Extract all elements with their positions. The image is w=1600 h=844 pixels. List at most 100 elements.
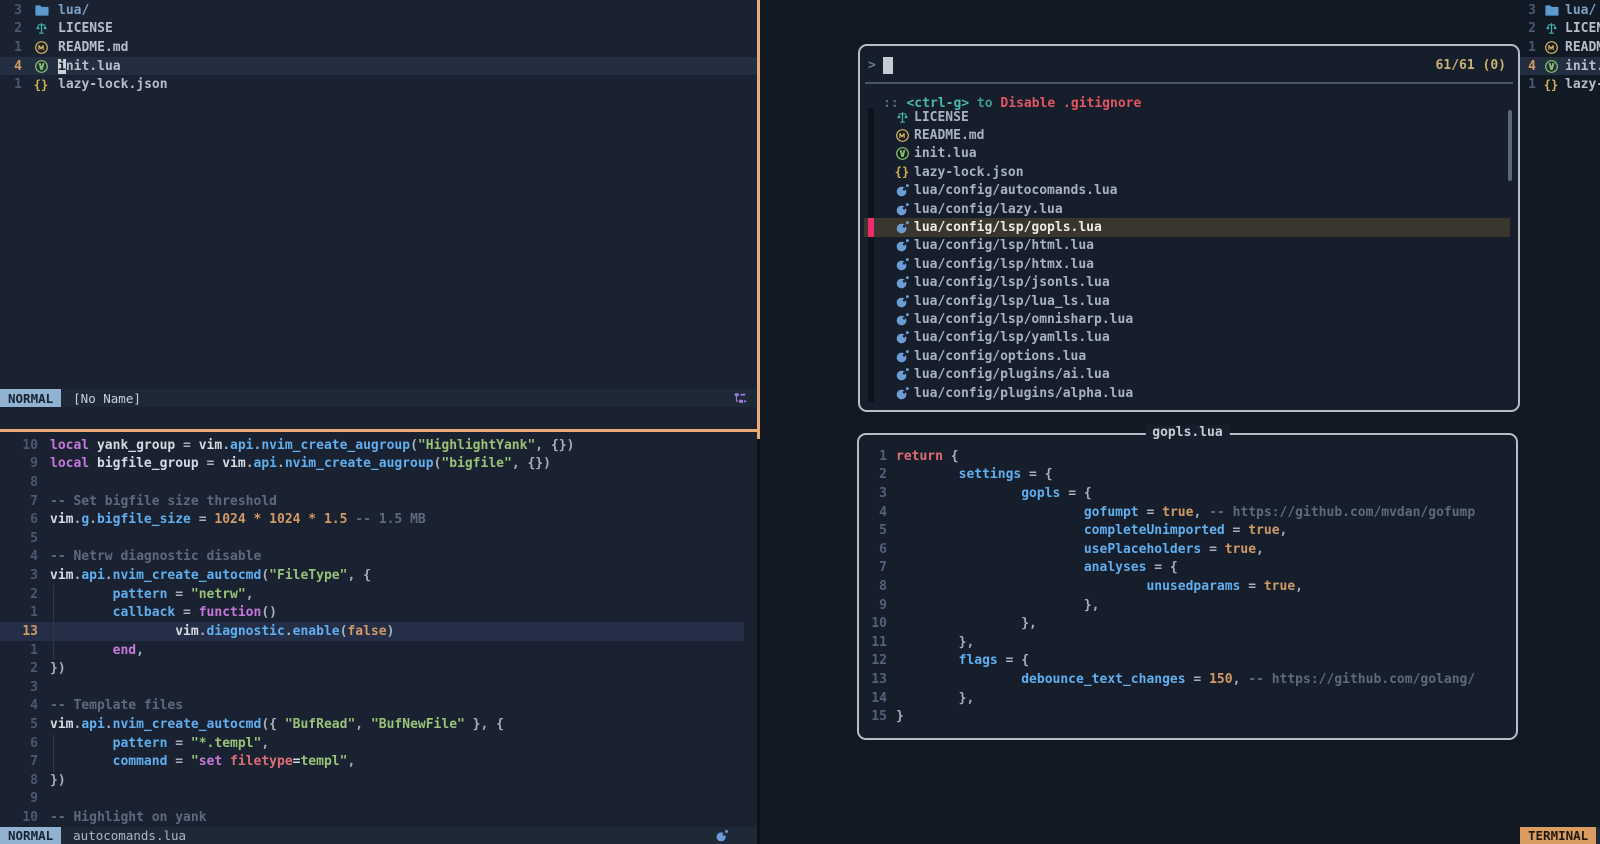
file-row[interactable]: 3lua/	[0, 1, 757, 20]
text-segment: },	[896, 691, 974, 706]
window-separator-vertical[interactable]	[757, 0, 760, 844]
file-explorer-right: 3lua/2LICENSE1README.md4init.lua1{}lazy-…	[1520, 1, 1600, 94]
lua-icon	[894, 202, 910, 217]
code-line[interactable]: 2 pattern = "netrw",	[0, 585, 757, 604]
picker-prompt[interactable]: > 61/61 (0)	[868, 55, 1506, 75]
window-separator-horizontal[interactable]	[0, 429, 757, 432]
file-row[interactable]: 4init.lua	[1520, 57, 1600, 76]
text-segment: vim	[199, 438, 222, 453]
picker-item[interactable]: LICENSE	[864, 108, 1510, 126]
code-line[interactable]: 4-- Template files	[0, 697, 757, 716]
folder-icon	[33, 3, 49, 18]
code-line[interactable]: 8})	[0, 771, 757, 790]
text-segment: unusedparams	[896, 579, 1240, 594]
indent-guide	[53, 734, 54, 772]
text-segment: ,	[1256, 542, 1264, 557]
file-row[interactable]: 1{}lazy-lock.json	[0, 75, 757, 94]
text-segment: -- Set bigfile size threshold	[50, 494, 277, 509]
text-segment: "BufNewFile"	[371, 717, 465, 732]
picker-item-label: lua/config/plugins/alpha.lua	[914, 386, 1133, 401]
picker-item[interactable]: lua/config/lsp/htmx.lua	[864, 255, 1510, 273]
code-line[interactable]: 2})	[0, 659, 757, 678]
statusline-filename: [No Name]	[73, 391, 141, 406]
picker-item[interactable]: lua/config/lsp/lua_ls.lua	[864, 292, 1510, 310]
picker-item[interactable]: lua/config/plugins/ai.lua	[864, 365, 1510, 383]
text-segment: api	[230, 438, 253, 453]
picker-item[interactable]: README.md	[864, 126, 1510, 144]
code-line[interactable]: 3	[0, 678, 757, 697]
picker-item[interactable]: lua/config/lsp/omnisharp.lua	[864, 310, 1510, 328]
lua-icon	[894, 257, 910, 272]
text-segment: ,	[347, 754, 355, 769]
picker-item[interactable]: {}lazy-lock.json	[864, 163, 1510, 181]
code-line[interactable]: 6vim.g.bigfile_size = 1024 * 1024 * 1.5 …	[0, 510, 757, 529]
line-number: 3	[0, 680, 50, 695]
preview-title: gopls.lua	[1145, 425, 1229, 440]
file-row[interactable]: 1README.md	[0, 38, 757, 57]
vim-icon	[894, 146, 910, 161]
file-row[interactable]: 2LICENSE	[1520, 20, 1600, 39]
gutter-cell	[868, 329, 874, 347]
vim-icon	[1543, 59, 1559, 74]
file-row[interactable]: 1README.md	[1520, 38, 1600, 57]
text-segment: false	[347, 624, 386, 639]
code-line[interactable]: 7-- Set bigfile size threshold	[0, 492, 757, 511]
text-segment: pattern	[50, 736, 167, 751]
code-line[interactable]: 9	[0, 790, 757, 809]
text-segment: vim	[50, 568, 73, 583]
picker-item[interactable]: init.lua	[864, 145, 1510, 163]
code-line[interactable]: 5vim.api.nvim_create_autocmd({ "BufRead"…	[0, 715, 757, 734]
text-segment: api	[254, 456, 277, 471]
picker-item-label: lua/config/lazy.lua	[914, 202, 1063, 217]
folder-icon	[1543, 3, 1559, 18]
text-segment: ,	[136, 643, 144, 658]
code-line[interactable]: 13 vim.diagnostic.enable(false)	[0, 622, 744, 641]
line-number: 5	[859, 523, 887, 538]
code-line[interactable]: 10local yank_group = vim.api.nvim_create…	[0, 436, 757, 455]
picker-item[interactable]: lua/config/lsp/html.lua	[864, 237, 1510, 255]
picker-item-label: lua/config/lsp/yamlls.lua	[914, 330, 1110, 345]
code-line[interactable]: 9local bigfile_group = vim.api.nvim_crea…	[0, 455, 757, 474]
text-segment: = {	[1146, 560, 1177, 575]
code-line[interactable]: 5	[0, 529, 757, 548]
file-row[interactable]: 4init.lua	[0, 57, 757, 76]
text-segment: .	[105, 717, 113, 732]
picker-item[interactable]: lua/config/lsp/gopls.lua	[864, 218, 1510, 236]
picker-scrollbar[interactable]	[1508, 110, 1512, 181]
picker-item[interactable]: lua/config/lazy.lua	[864, 200, 1510, 218]
code-line[interactable]: 7 command = "set filetype=templ",	[0, 752, 757, 771]
code-line[interactable]: 4-- Netrw diagnostic disable	[0, 548, 757, 567]
line-number: 5	[0, 717, 50, 732]
text-segment: templ"	[300, 754, 347, 769]
text-segment: -- Netrw diagnostic disable	[50, 549, 261, 564]
text-segment: -- Template files	[50, 698, 183, 713]
code-line[interactable]: 6 pattern = "*.templ",	[0, 734, 757, 753]
picker-item[interactable]: lua/config/lsp/jsonls.lua	[864, 274, 1510, 292]
picker-item[interactable]: lua/config/autocomands.lua	[864, 182, 1510, 200]
text-segment: ,	[246, 587, 254, 602]
code-line[interactable]: 1 end,	[0, 641, 757, 660]
line-number: 9	[0, 456, 50, 471]
line-number: 4	[859, 505, 887, 520]
text-segment: usePlaceholders	[896, 542, 1201, 557]
text-segment: (	[340, 624, 348, 639]
file-row[interactable]: 3lua/	[1520, 1, 1600, 20]
text-segment: .	[246, 456, 254, 471]
picker-item[interactable]: lua/config/lsp/yamlls.lua	[864, 329, 1510, 347]
file-row[interactable]: 1{}lazy-lock.json	[1520, 75, 1600, 94]
line-number: 3	[0, 3, 22, 18]
line-number: 11	[859, 635, 887, 650]
preview-line: 13 debounce_text_changes = 150, -- https…	[859, 670, 1514, 689]
picker-item[interactable]: lua/config/plugins/alpha.lua	[864, 384, 1510, 402]
code-line[interactable]: 3vim.api.nvim_create_autocmd("FileType",…	[0, 566, 757, 585]
code-line[interactable]: 10-- Highlight on yank	[0, 808, 757, 827]
code-line[interactable]: 8	[0, 473, 757, 492]
preview-line: 2 settings = {	[859, 466, 1514, 485]
text-segment: nvim_create_augroup	[285, 456, 434, 471]
cursor: i	[58, 59, 66, 74]
line-number: 8	[859, 579, 887, 594]
code-line[interactable]: 1 callback = function()	[0, 603, 757, 622]
text-segment: true	[1248, 523, 1279, 538]
file-row[interactable]: 2LICENSE	[0, 20, 757, 39]
picker-item[interactable]: lua/config/options.lua	[864, 347, 1510, 365]
